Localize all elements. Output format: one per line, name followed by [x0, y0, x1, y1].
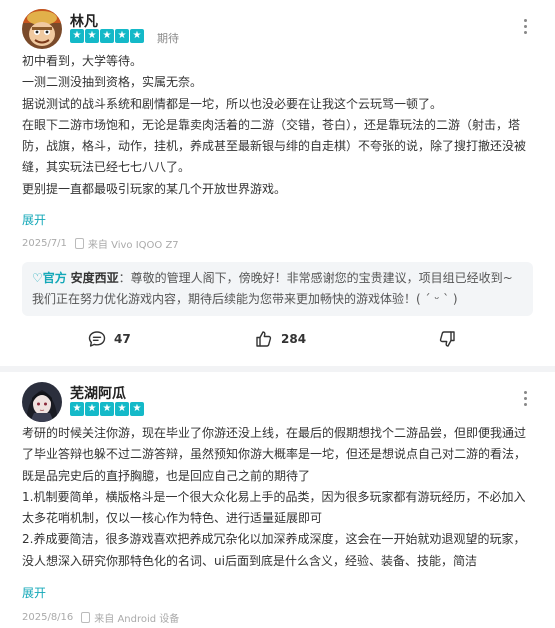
comment-icon [88, 331, 106, 347]
developer-name[interactable]: 安度西亚 [71, 271, 119, 285]
like-count: 284 [281, 332, 307, 346]
more-options-icon[interactable] [517, 16, 533, 36]
developer-reply[interactable]: ♡官方 安度西亚：尊敬的管理人阁下，傍晚好！非常感谢您的宝贵建议，项目组已经收到… [22, 262, 533, 316]
avatar[interactable] [22, 9, 62, 49]
heart-icon: ♡ [32, 271, 43, 285]
review-device: 来自 Android 设备 [94, 614, 180, 625]
review-date: 2025/7/1 [22, 238, 67, 249]
star-icon: ★ [115, 29, 129, 43]
phone-icon [74, 238, 84, 249]
review-line: 在眼下二游市场饱和，无论是靠卖肉活着的二游（交错，苍白），还是靠玩法的二游（射击… [22, 117, 527, 175]
review-actions: 47 284 [0, 326, 555, 354]
review-line: 考研的时候关注你游，现在毕业了你游还没上线，在最后的假期想找个二游品尝，但即便我… [22, 426, 527, 483]
status-tag: 期待 [157, 32, 179, 45]
avatar[interactable] [22, 382, 62, 422]
dislike-button[interactable] [438, 330, 456, 348]
review-line: 初中看到，大学等待。 [22, 54, 143, 68]
username[interactable]: 芜湖阿瓜 [70, 383, 126, 403]
thumbs-up-icon [256, 331, 272, 347]
rating-stars: ★ ★ ★ ★ ★ [70, 29, 144, 43]
review-line: 2.养成要简洁，很多游戏喜欢把养成冗杂化以加深养成深度，这会在一开始就劝退观望的… [22, 532, 526, 568]
review-line: 一测二测没抽到资格，实属无奈。 [22, 75, 203, 90]
star-icon: ★ [130, 29, 144, 43]
review-line: 据说测试的战斗系统和剧情都是一坨，所以也没必要在让我这个云玩骂一顿了。 [22, 96, 443, 111]
review-device: 来自 Vivo IQOO Z7 [87, 240, 179, 251]
review-text: 初中看到，大学等待。 一测二测没抽到资格，实属无奈。 据说测试的战斗系统和剧情都… [22, 51, 537, 200]
star-icon: ★ [100, 402, 114, 416]
review-line: 1.机制要简单，横版格斗是一个很大众化易上手的品类，因为很多玩家都有游玩经历，不… [22, 489, 526, 526]
review-line: 更别提一直都最吸引玩家的某几个开放世界游戏。 [22, 181, 287, 196]
expand-link[interactable]: 展开 [22, 211, 46, 228]
comment-button[interactable]: 47 [88, 330, 131, 348]
review-card: 芜湖阿瓜 ★ ★ ★ ★ ★ 考研的时候关注你游，现在毕业了你游还没上线，在最后… [0, 372, 555, 628]
expand-link[interactable]: 展开 [22, 584, 46, 601]
star-icon: ★ [100, 29, 114, 43]
review-card: 林凡 ★ ★ ★ ★ ★ 期待 初中看到，大学等待。 一测二测没抽到资格，实属无… [0, 0, 555, 366]
thumbs-down-icon [439, 331, 455, 347]
review-date: 2025/8/16 [22, 612, 74, 623]
star-icon: ★ [70, 402, 84, 416]
username[interactable]: 林凡 [70, 11, 98, 31]
star-icon: ★ [85, 402, 99, 416]
rating-stars: ★ ★ ★ ★ ★ [70, 402, 144, 416]
star-icon: ★ [115, 402, 129, 416]
star-icon: ★ [70, 29, 84, 43]
official-badge: 官方 [42, 271, 67, 285]
star-icon: ★ [85, 29, 99, 43]
comment-count: 47 [114, 332, 131, 346]
like-button[interactable]: 284 [255, 330, 306, 348]
review-meta: 2025/8/16 来自 Android 设备 [22, 610, 179, 625]
review-text: 考研的时候关注你游，现在毕业了你游还没上线，在最后的假期想找个二游品尝，但即便我… [22, 423, 537, 573]
review-meta: 2025/7/1 来自 Vivo IQOO Z7 [22, 236, 179, 251]
more-options-icon[interactable] [517, 388, 533, 408]
phone-icon [81, 612, 91, 623]
star-icon: ★ [130, 402, 144, 416]
